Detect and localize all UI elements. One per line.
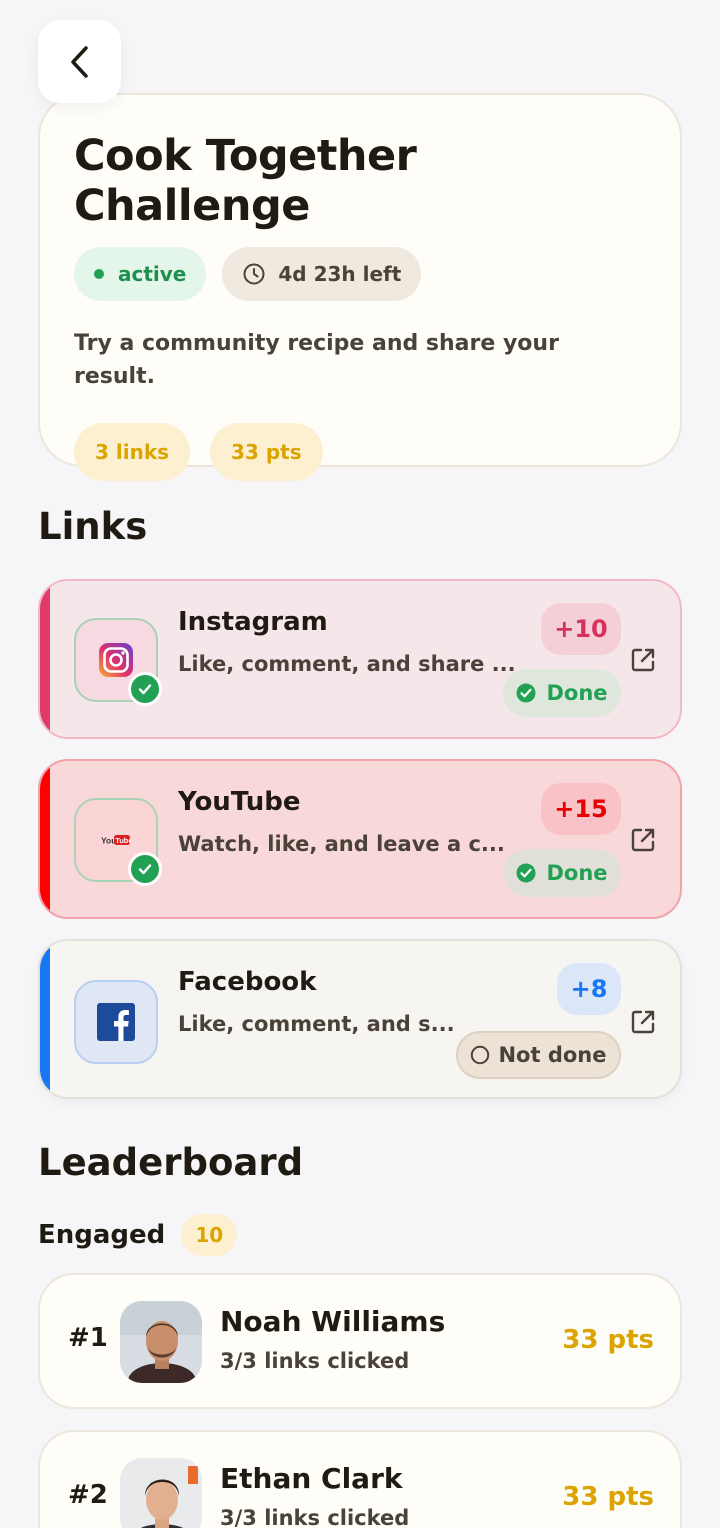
card-accent-stripe [40,581,50,737]
challenge-card: Cook Together Challenge active 4d 23h le… [38,93,682,481]
check-circle-icon [516,863,536,883]
done-badge: Done [503,669,621,717]
done-badge: Done [503,849,621,897]
link-card-instagram[interactable]: Instagram Like, comment, and share ... +… [38,579,682,739]
links-section-title: Links [38,505,148,548]
status-label: Not done [498,1043,607,1067]
challenge-title: Cook Together Challenge [74,131,417,231]
link-description: Like, comment, and s... [178,1012,455,1036]
completed-check-icon [128,852,162,886]
chevron-left-icon [70,45,88,78]
points-badge: +8 [557,963,621,1015]
avatar [120,1458,202,1528]
not-done-badge: Not done [456,1031,621,1079]
link-name: Instagram [178,607,328,637]
status-label: Done [546,681,608,705]
time-left-badge: 4d 23h left [222,247,422,301]
leaderboard-entry[interactable]: #1 Noah Williams 3/3 links clicked 33 pt… [38,1273,682,1409]
points-chip: 33 pts [210,423,323,481]
empty-circle-icon [471,1045,490,1065]
youtube-logo-tube: Tube [115,836,131,845]
link-name: YouTube [178,787,301,817]
avatar [120,1301,202,1383]
link-name: Facebook [178,967,317,997]
external-link-icon[interactable] [628,645,658,675]
entry-links-clicked: 3/3 links clicked [220,1506,410,1528]
entry-points: 33 pts [562,1482,654,1512]
engaged-row: Engaged 10 [38,1214,238,1256]
youtube-logo-icon: You Tube [101,835,131,846]
link-card-facebook[interactable]: Facebook Like, comment, and s... +8 Not … [38,939,682,1099]
card-accent-stripe [40,941,50,1097]
back-button[interactable] [38,20,121,103]
facebook-icon-box [74,980,158,1064]
card-accent-stripe [40,761,50,917]
rank-label: #1 [68,1323,108,1353]
status-label: Done [546,861,608,885]
completed-check-icon [128,672,162,706]
external-link-icon[interactable] [628,825,658,855]
instagram-icon [99,643,133,677]
link-description: Watch, like, and leave a c... [178,832,505,856]
check-circle-icon [516,683,536,703]
entry-points: 33 pts [562,1325,654,1355]
points-badge: +15 [541,783,621,835]
entry-name: Ethan Clark [220,1462,403,1495]
rank-label: #2 [68,1480,108,1510]
status-label: active [118,262,187,286]
challenge-description: Try a community recipe and share your re… [74,331,559,389]
time-left-label: 4d 23h left [278,262,402,286]
engaged-label: Engaged [38,1220,166,1250]
clock-icon [243,263,265,285]
leaderboard-title: Leaderboard [38,1141,304,1184]
link-description: Like, comment, and share ... [178,652,516,676]
link-card-youtube[interactable]: You Tube YouTube Watch, like, and leave … [38,759,682,919]
entry-name: Noah Williams [220,1305,446,1338]
leaderboard-entry[interactable]: #2 Ethan Clark 3/3 links clicked 33 pts [38,1430,682,1528]
links-count-chip: 3 links [74,423,191,481]
points-badge: +10 [541,603,621,655]
external-link-icon[interactable] [628,1007,658,1037]
status-dot-icon [94,269,104,279]
status-badge: active [74,247,207,301]
facebook-icon [97,1003,135,1041]
entry-links-clicked: 3/3 links clicked [220,1349,410,1373]
engaged-count-badge: 10 [181,1214,238,1256]
